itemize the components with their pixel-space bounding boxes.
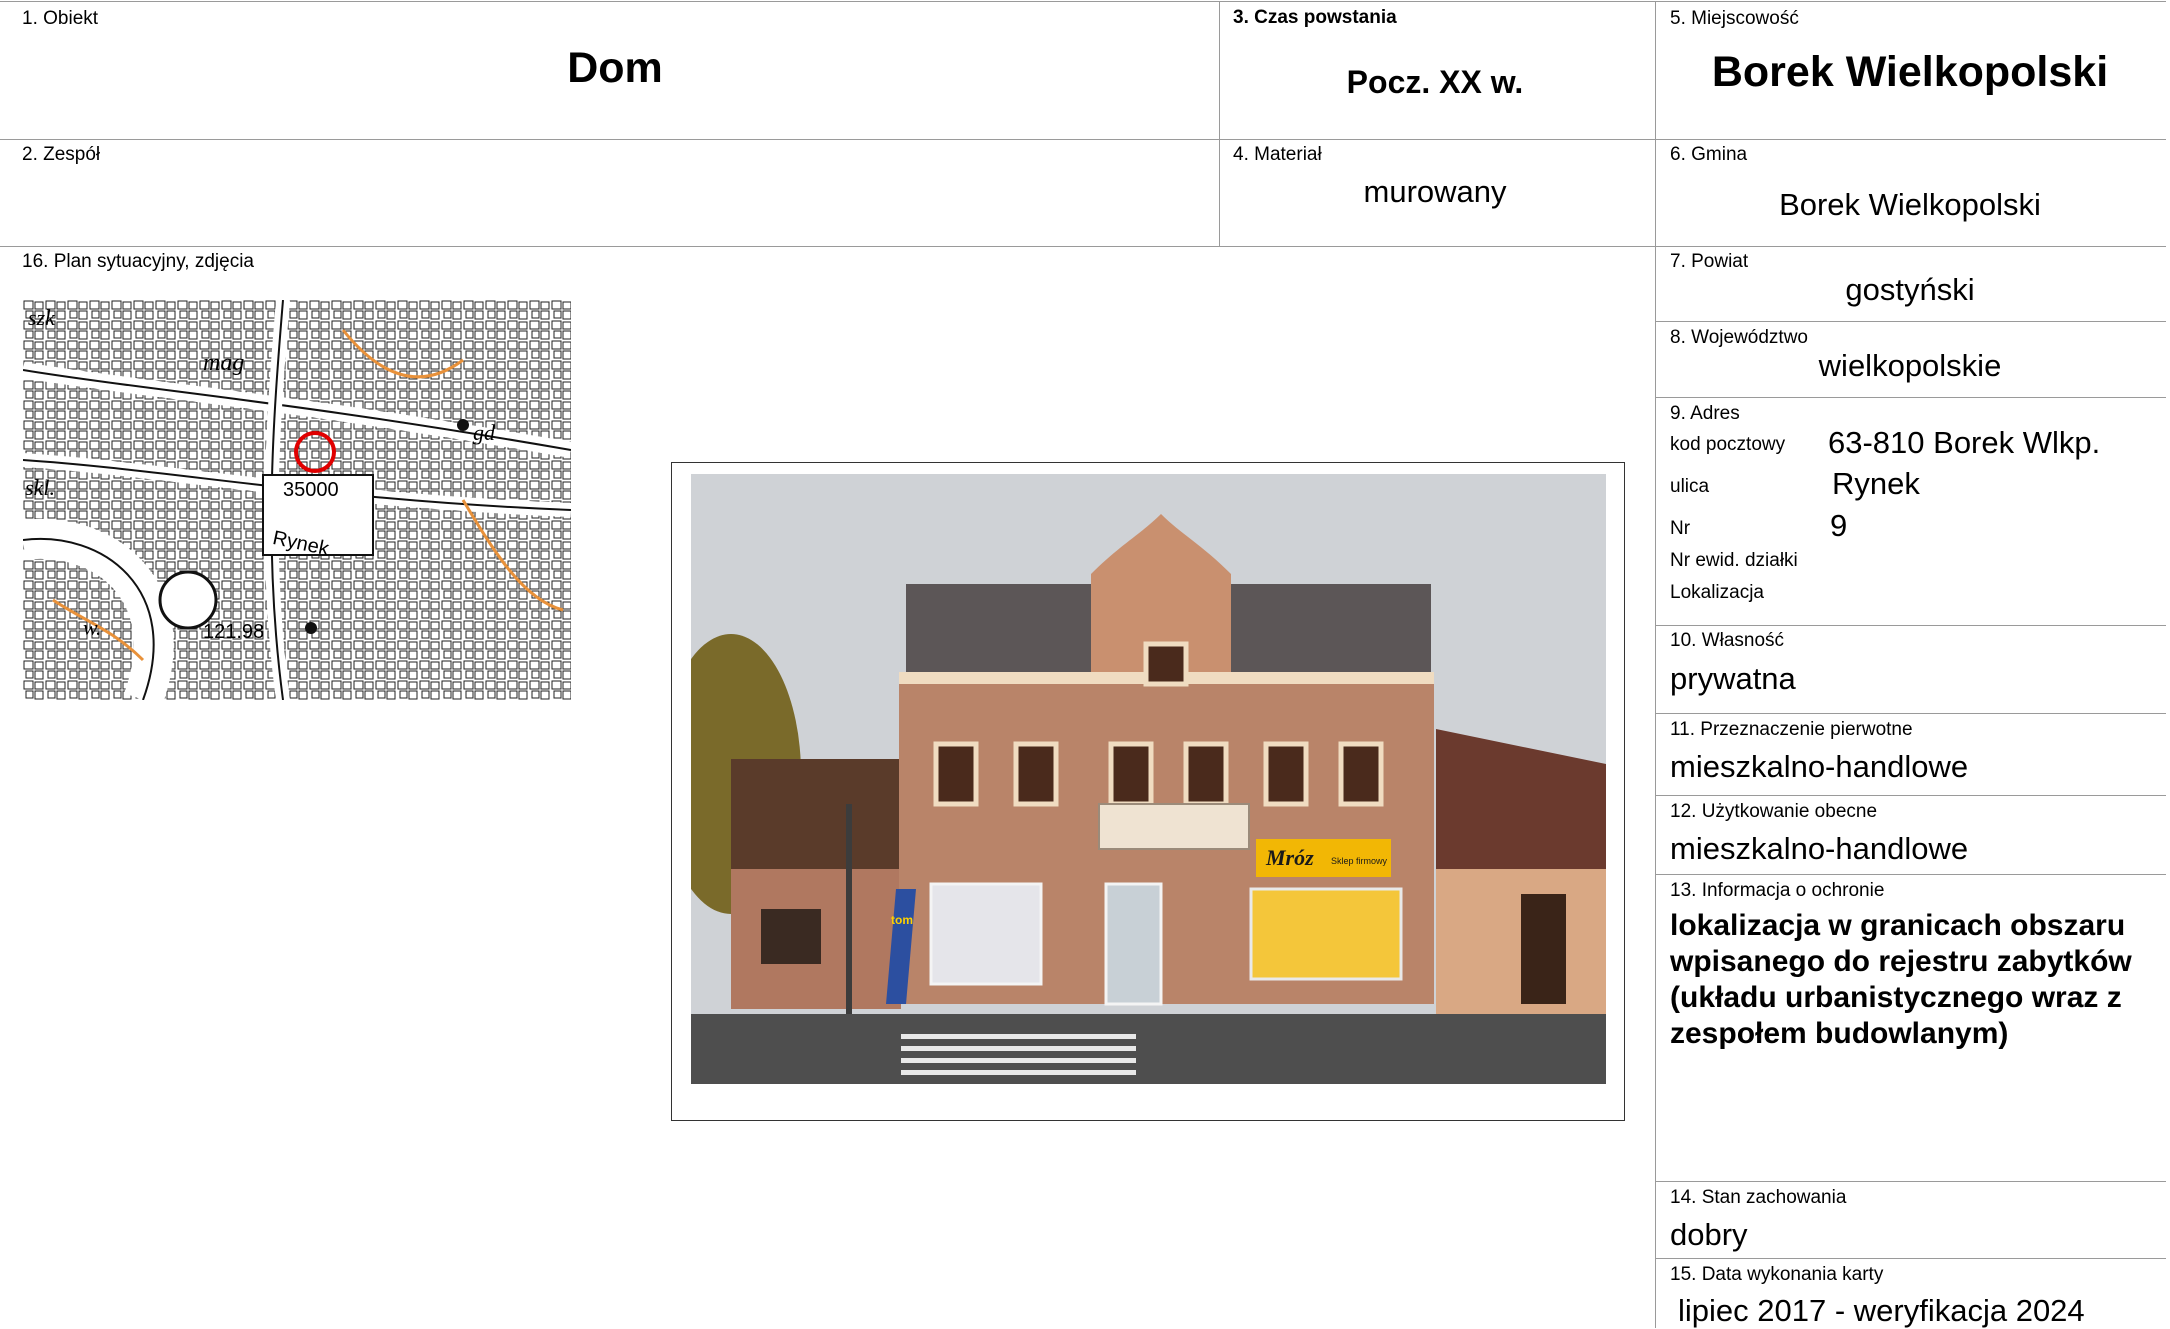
przeznaczenie-value: mieszkalno-handlowe <box>1670 749 1969 784</box>
building-photo: Mróz Sklep firmowy tom <box>691 474 1606 1084</box>
czas-label: 3. Czas powstania <box>1233 7 1397 28</box>
rule-data <box>1655 1258 2166 1259</box>
rule-uzytkowanie <box>1655 795 2166 796</box>
wojewodztwo-label: 8. Województwo <box>1670 327 1808 348</box>
przeznaczenie-label: 11. Przeznaczenie pierwotne <box>1670 719 1913 740</box>
zespol-label: 2. Zespół <box>22 144 101 165</box>
uzytkowanie-label: 12. Użytkowanie obecne <box>1670 801 1878 822</box>
map-label-gd: gd <box>473 420 496 445</box>
rule-top <box>0 1 2166 2</box>
situation-map: szk mag 35000 Rynek skl. 121.98 w. gd <box>23 300 571 700</box>
rule-przeznaczenie <box>1655 713 2166 714</box>
stan-value: dobry <box>1670 1217 1748 1252</box>
map-drawing: szk mag 35000 Rynek skl. 121.98 w. gd <box>23 300 571 700</box>
uzytkowanie-value: mieszkalno-handlowe <box>1670 831 1969 866</box>
data-value: lipiec 2017 - weryfikacja 2024 <box>1678 1293 2085 1328</box>
photo-drawing: Mróz Sklep firmowy tom <box>691 474 1606 1084</box>
ochrona-label: 13. Informacja o ochronie <box>1670 880 1885 901</box>
gmina-label: 6. Gmina <box>1670 144 1748 165</box>
kod-label: kod pocztowy <box>1670 434 1786 455</box>
gmina-value: Borek Wielkopolski <box>1779 187 2041 222</box>
dzialka-label: Nr ewid. działki <box>1670 550 1798 571</box>
rule-col2 <box>1655 1 1656 1328</box>
material-value: murowany <box>1363 174 1507 209</box>
plan-label: 16. Plan sytuacyjny, zdjęcia <box>22 251 254 272</box>
stan-label: 14. Stan zachowania <box>1670 1187 1847 1208</box>
lokalizacja-label: Lokalizacja <box>1670 582 1764 603</box>
photo-frame: Mróz Sklep firmowy tom <box>671 462 1625 1121</box>
czas-value: Pocz. XX w. <box>1346 64 1524 100</box>
adres-label: 9. Adres <box>1670 403 1740 424</box>
rule-col1 <box>1219 1 1220 246</box>
material-label: 4. Materiał <box>1233 144 1322 165</box>
banner-text: tom <box>891 913 913 927</box>
rule-adres <box>1655 397 2166 398</box>
ulica-value: Rynek <box>1832 466 1920 501</box>
rule-stan <box>1655 1181 2166 1182</box>
map-label-skl: skl. <box>25 475 55 500</box>
map-label-35000: 35000 <box>283 479 339 501</box>
nr-value: 9 <box>1830 508 1848 543</box>
powiat-value: gostyński <box>1845 272 1975 307</box>
map-label-height: 121.98 <box>203 621 264 643</box>
miejscowosc-label: 5. Miejscowość <box>1670 8 1799 29</box>
rule-row2 <box>0 246 2166 247</box>
map-label-mag: mag <box>203 350 244 376</box>
wlasnosc-value: prywatna <box>1670 661 1796 696</box>
obiekt-label: 1. Obiekt <box>22 8 99 29</box>
miejscowosc-value: Borek Wielkopolski <box>1711 48 2109 96</box>
kod-value: 63-810 Borek Wlkp. <box>1828 425 2101 460</box>
map-label-szk: szk <box>28 305 56 330</box>
rule-wlasnosc <box>1655 625 2166 626</box>
ochrona-value: lokalizacja w granicach obszaru wpisaneg… <box>1670 909 2132 1050</box>
obiekt-value: Dom <box>567 44 663 92</box>
shop-sign-text: Mróz <box>1265 845 1314 870</box>
shop-sign-subtext: Sklep firmowy <box>1331 856 1388 866</box>
nr-label: Nr <box>1670 518 1691 539</box>
wlasnosc-label: 10. Własność <box>1670 630 1785 651</box>
rule-powiat <box>1655 321 2166 322</box>
rule-ochrona <box>1655 874 2166 875</box>
ulica-label: ulica <box>1670 476 1710 497</box>
rule-row1 <box>0 139 2166 140</box>
map-label-w: w. <box>83 615 102 640</box>
data-label: 15. Data wykonania karty <box>1670 1264 1884 1285</box>
wojewodztwo-value: wielkopolskie <box>1818 348 2002 383</box>
powiat-label: 7. Powiat <box>1670 251 1749 272</box>
